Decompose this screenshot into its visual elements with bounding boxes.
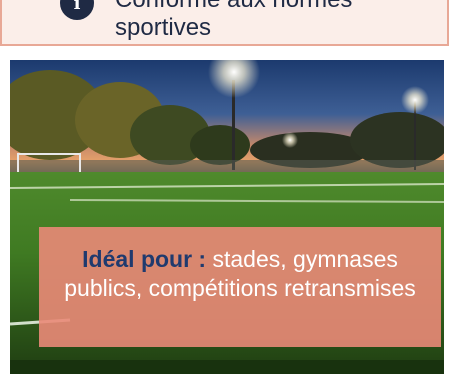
info-icon-glyph: i: [73, 0, 81, 14]
info-icon: i: [60, 0, 94, 20]
caption-label: Idéal pour :: [82, 246, 207, 272]
feature-card: i Conforme aux normes sportives: [0, 0, 449, 46]
feature-text: Conforme aux normes sportives: [115, 0, 352, 41]
caption-box: Idéal pour : stades, gymnases publics, c…: [39, 227, 441, 347]
